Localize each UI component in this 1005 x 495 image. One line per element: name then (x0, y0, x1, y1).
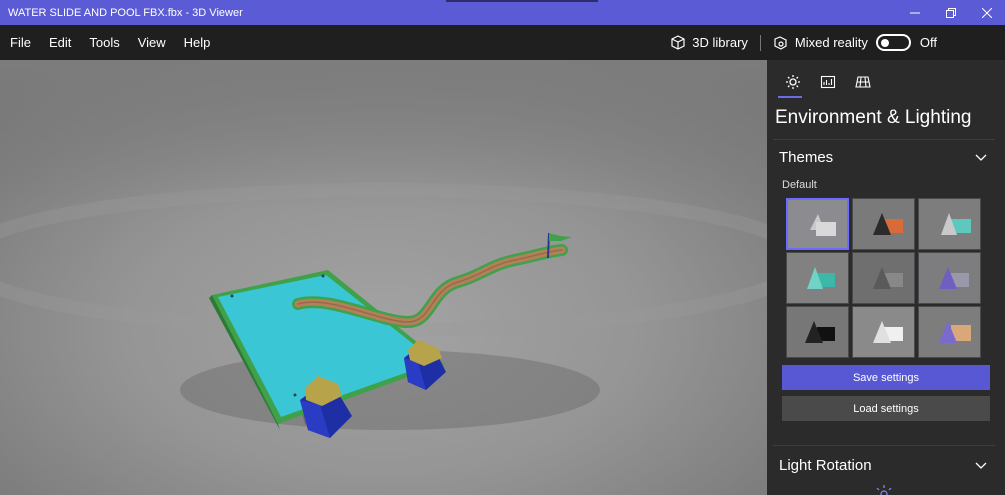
3d-library-button[interactable]: 3D library (670, 34, 748, 51)
maximize-button[interactable] (933, 0, 969, 25)
3d-viewport[interactable] (0, 60, 767, 495)
minimize-icon (910, 12, 920, 13)
theme-thumb-7[interactable] (786, 306, 849, 358)
light-rotation-header[interactable]: Light Rotation (779, 457, 872, 474)
title-bar: WATER SLIDE AND POOL FBX.fbx - 3D Viewer (0, 0, 1005, 25)
close-button[interactable] (969, 0, 1005, 25)
close-icon (982, 7, 992, 18)
window-title: WATER SLIDE AND POOL FBX.fbx - 3D Viewer (8, 6, 243, 19)
scene-canvas[interactable] (0, 60, 767, 495)
mixed-reality-label: Mixed reality (794, 35, 868, 50)
theme-thumb-9[interactable] (918, 306, 981, 358)
chevron-down-icon[interactable] (975, 154, 987, 162)
theme-thumb-default[interactable] (786, 198, 849, 250)
toggle-knob (880, 38, 889, 47)
restore-icon (946, 7, 956, 18)
panel-title: Environment & Lighting (775, 107, 972, 128)
theme-thumb-4[interactable] (786, 252, 849, 304)
theme-thumb-6[interactable] (918, 252, 981, 304)
sun-icon (785, 75, 800, 89)
3d-library-label: 3D library (692, 35, 748, 50)
title-bar-tick (446, 0, 598, 2)
section-divider (773, 445, 995, 446)
mixed-reality-state: Off (919, 35, 937, 50)
tab-stats[interactable] (810, 68, 845, 96)
mixed-reality-control[interactable]: Mixed reality Off (773, 34, 937, 51)
toolbar-separator (759, 34, 761, 51)
stats-icon (820, 75, 835, 89)
mixed-reality-icon (774, 35, 787, 50)
load-settings-button[interactable]: Load settings (782, 396, 990, 421)
save-settings-button[interactable]: Save settings (782, 365, 990, 390)
minimize-button[interactable] (897, 0, 933, 25)
mixed-reality-toggle[interactable] (875, 34, 911, 51)
cube-icon (671, 34, 685, 50)
panel-tabs (775, 68, 880, 98)
flag-pole (547, 232, 550, 259)
title-divider (773, 139, 995, 140)
theme-thumb-8[interactable] (852, 306, 915, 358)
tab-grid[interactable] (845, 68, 880, 96)
environment-panel: Environment & Lighting Themes Default Sa… (767, 60, 1005, 495)
theme-thumb-3[interactable] (918, 198, 981, 250)
menu-tools[interactable]: Tools (80, 25, 128, 60)
themes-header[interactable]: Themes (779, 149, 833, 166)
menu-view[interactable]: View (129, 25, 175, 60)
theme-thumb-5[interactable] (852, 252, 915, 304)
theme-selected-label: Default (782, 179, 817, 191)
menu-edit[interactable]: Edit (40, 25, 80, 60)
theme-grid (786, 198, 981, 358)
grid-icon (854, 76, 871, 88)
tab-environment[interactable] (775, 68, 810, 98)
menu-bar: File Edit Tools View Help 3D library Mix… (0, 25, 1005, 60)
chevron-down-icon[interactable] (975, 462, 987, 470)
light-sun-icon[interactable] (873, 485, 895, 495)
menu-file[interactable]: File (1, 25, 40, 60)
menu-help[interactable]: Help (175, 25, 220, 60)
theme-thumb-2[interactable] (852, 198, 915, 250)
